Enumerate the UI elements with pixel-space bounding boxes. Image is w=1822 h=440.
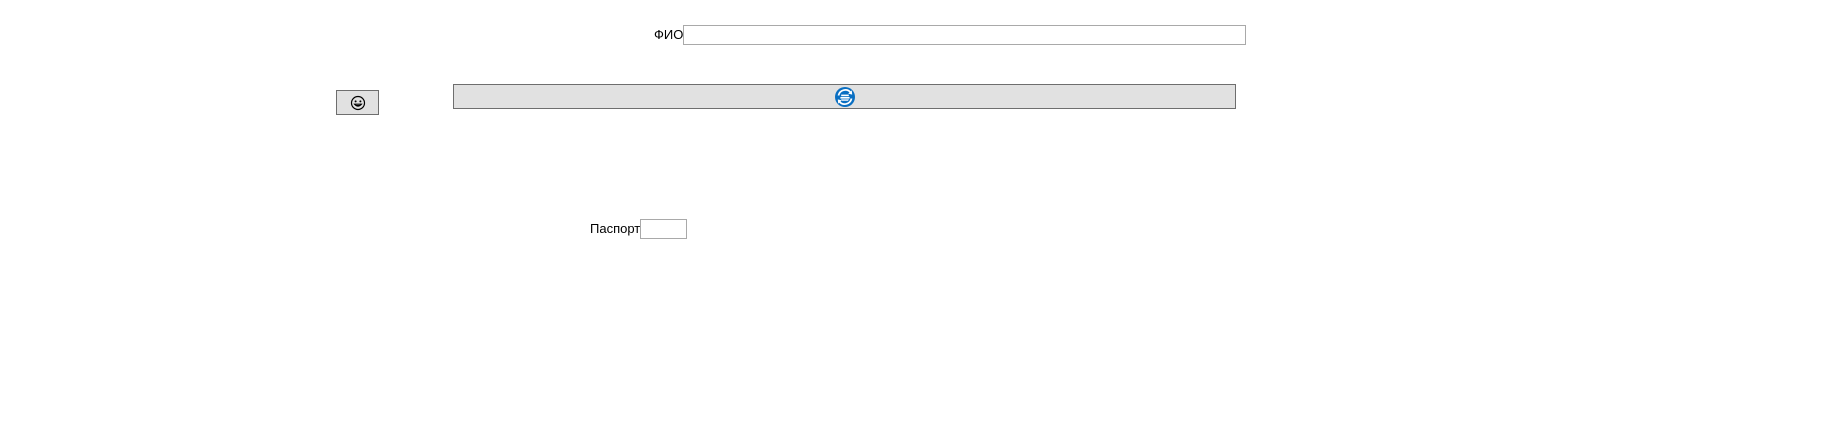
fio-label: ФИО [654,27,684,42]
smiley-button[interactable] [336,90,379,115]
wide-action-button[interactable] [453,84,1236,109]
fio-row: ФИО [654,25,1247,45]
smiley-face-icon [350,95,366,111]
passport-label: Паспорт [590,221,641,236]
fio-input[interactable] [683,25,1247,45]
passport-input[interactable] [640,219,688,239]
refresh-ship-icon [834,86,856,108]
passport-row: Паспорт [590,219,688,239]
